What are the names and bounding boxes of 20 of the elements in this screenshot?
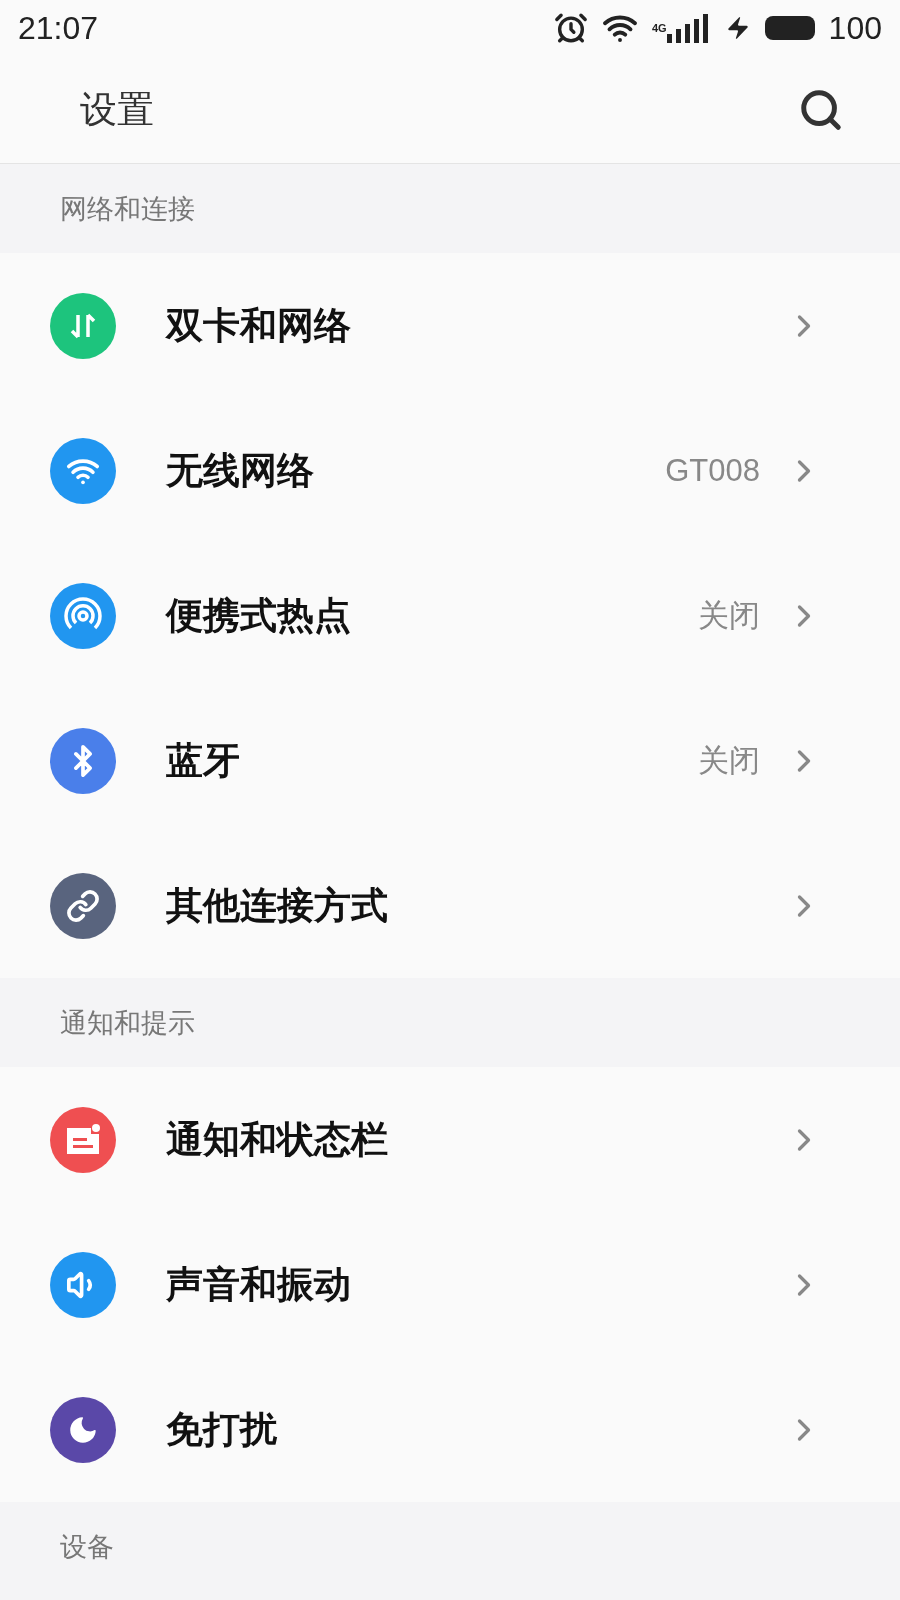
signal-icon <box>666 13 711 43</box>
section-title: 设备 <box>60 1529 114 1564</box>
link-icon <box>66 888 100 923</box>
notification-icon <box>65 1123 101 1156</box>
page-title: 设置 <box>80 86 154 133</box>
network-type: 4G <box>651 21 667 34</box>
settings-item[interactable]: 其他连接方式 <box>0 833 900 978</box>
battery-level: 100 <box>828 9 882 47</box>
settings-item[interactable]: 声音和振动 <box>0 1212 900 1357</box>
settings-item[interactable]: 无线网络 GT008 <box>0 398 900 543</box>
section-title: 网络和连接 <box>60 191 195 226</box>
settings-item[interactable]: 通知和状态栏 <box>0 1067 900 1212</box>
settings-item[interactable]: 免打扰 <box>0 1357 900 1502</box>
settings-item[interactable]: 便携式热点 关闭 <box>0 543 900 688</box>
status-time: 21:07 <box>18 9 99 47</box>
battery-icon <box>764 16 815 40</box>
alarm-icon <box>553 11 588 45</box>
settings-item[interactable]: 双卡和网络 <box>0 253 900 398</box>
section-title: 通知和提示 <box>60 1005 195 1040</box>
settings-item[interactable]: 蓝牙 关闭 <box>0 688 900 833</box>
